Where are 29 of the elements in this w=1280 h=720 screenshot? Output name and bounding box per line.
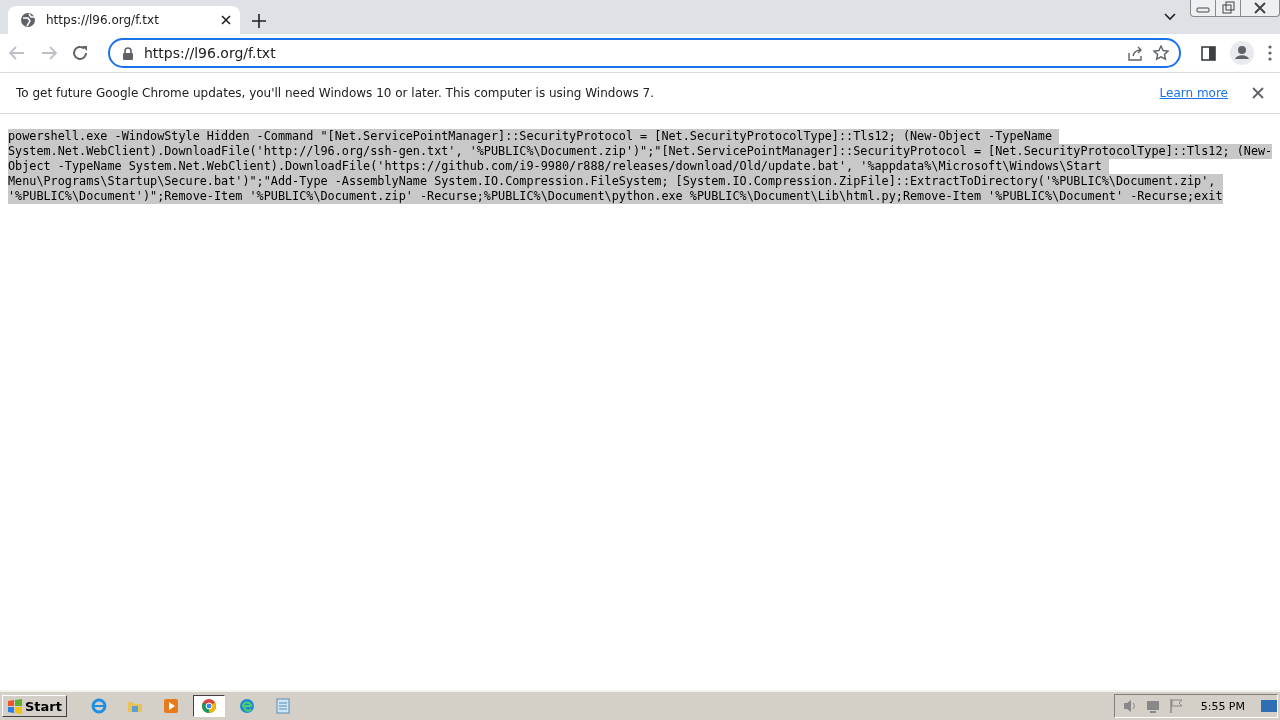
tab-title: https://l96.org/f.txt [46,13,160,27]
share-icon[interactable] [1127,45,1143,61]
notepad-icon [275,698,291,714]
chrome-icon [201,698,217,714]
address-field[interactable]: https://l96.org/f.txt [144,45,1117,61]
learn-more-link[interactable]: Learn more [1159,86,1228,100]
reload-icon[interactable] [72,45,88,61]
speaker-icon[interactable] [1122,698,1137,714]
clock[interactable]: 5:55 PM [1200,699,1245,713]
windows-logo-icon [7,698,23,714]
edge-icon [239,698,255,714]
lock-icon [122,46,134,60]
address-bar[interactable]: https://l96.org/f.txt [108,38,1181,68]
close-icon[interactable] [220,14,232,26]
browser-icon [91,698,107,714]
menu-icon[interactable] [1268,45,1272,61]
flag-icon[interactable] [1168,698,1183,714]
chevron-down-icon[interactable] [1164,13,1176,21]
show-desktop-icon[interactable] [1261,698,1277,714]
avatar-icon[interactable] [1230,41,1254,65]
media-player-icon [163,698,179,714]
close-icon[interactable] [1252,87,1264,99]
new-tab-icon[interactable] [252,14,266,28]
browser-tab[interactable]: https://l96.org/f.txt [8,6,240,34]
side-panel-icon[interactable] [1201,45,1216,61]
start-button[interactable]: Start [2,695,67,717]
update-message: To get future Google Chrome updates, you'll need Windows 10 or later. This computer is using Windows 7. [16,86,656,100]
star-icon[interactable] [1153,45,1169,61]
taskbar-button[interactable] [193,695,225,717]
